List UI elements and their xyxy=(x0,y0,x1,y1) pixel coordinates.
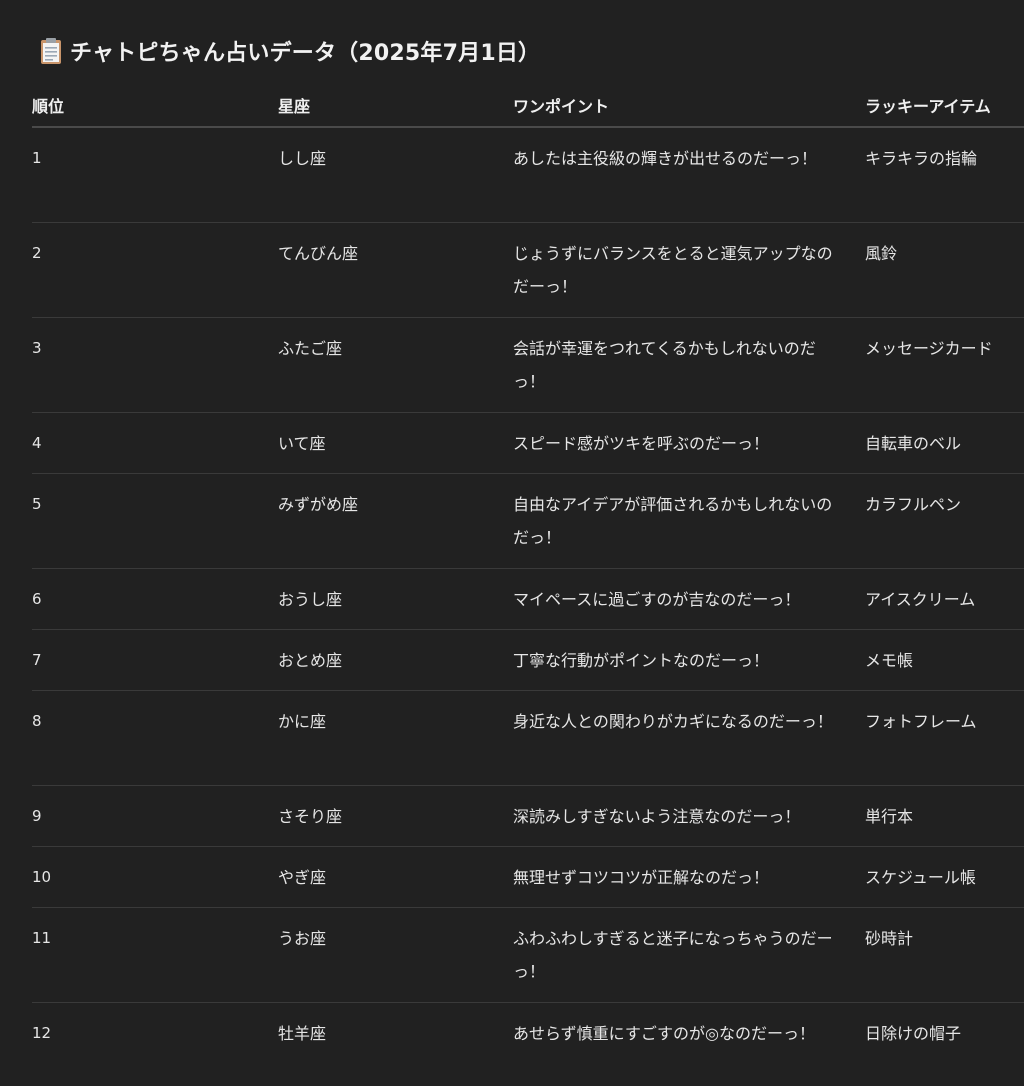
table-row: 5 みずがめ座 自由なアイデアが評価されるかもしれないのだっ！ カラフルペン xyxy=(32,473,1024,569)
table-row: 7 おとめ座 丁寧な行動がポイントなのだーっ！ メモ帳 xyxy=(32,629,1024,691)
sign-cell: ふたご座 xyxy=(278,317,513,413)
point-cell: 会話が幸運をつれてくるかもしれないのだっ！ xyxy=(513,317,865,413)
sign-cell: やぎ座 xyxy=(278,846,513,908)
table-row: 8 かに座 身近な人との関わりがカギになるのだーっ！ フォトフレーム xyxy=(32,690,1024,786)
table-row: 12 牡羊座 あせらず慎重にすごすのが◎なのだーっ！ 日除けの帽子 xyxy=(32,1002,1024,1063)
rank-cell: 6 xyxy=(32,568,278,630)
header-point: ワンポイント xyxy=(513,84,865,128)
page-title: チャトピちゃん占いデータ（2025年7月1日） xyxy=(70,41,541,66)
rank-cell: 5 xyxy=(32,473,278,569)
clipboard-icon xyxy=(38,36,64,66)
item-cell: 風鈴 xyxy=(865,222,1024,318)
point-cell: 身近な人との関わりがカギになるのだーっ！ xyxy=(513,690,865,786)
point-cell: じょうずにバランスをとると運気アップなのだーっ！ xyxy=(513,222,865,318)
header-sign: 星座 xyxy=(278,84,513,128)
rank-cell: 11 xyxy=(32,907,278,1003)
chat-response: チャトピちゃん占いデータ（2025年7月1日） 順位 星座 ワンポイント ラッキ… xyxy=(0,0,1024,1086)
item-cell: カラフルペン xyxy=(865,473,1024,569)
header-item: ラッキーアイテム xyxy=(865,84,1024,128)
rank-cell: 2 xyxy=(32,222,278,318)
point-cell: スピード感がツキを呼ぶのだーっ！ xyxy=(513,412,865,474)
table-row: 9 さそり座 深読みしすぎないよう注意なのだーっ！ 単行本 xyxy=(32,785,1024,847)
table-header-row: 順位 星座 ワンポイント ラッキーアイテム xyxy=(32,84,1024,128)
title-row: チャトピちゃん占いデータ（2025年7月1日） xyxy=(38,34,540,68)
sign-cell: いて座 xyxy=(278,412,513,474)
table-row: 2 てんびん座 じょうずにバランスをとると運気アップなのだーっ！ 風鈴 xyxy=(32,222,1024,318)
item-cell: メモ帳 xyxy=(865,629,1024,691)
point-cell: あせらず慎重にすごすのが◎なのだーっ！ xyxy=(513,1023,815,1043)
table-row: 4 いて座 スピード感がツキを呼ぶのだーっ！ 自転車のベル xyxy=(32,412,1024,474)
sign-cell: うお座 xyxy=(278,907,513,1003)
sign-cell: 牡羊座 xyxy=(278,1023,327,1043)
point-cell: あしたは主役級の輝きが出せるのだーっ！ xyxy=(513,127,865,223)
table-row: 6 おうし座 マイペースに過ごすのが吉なのだーっ！ アイスクリーム xyxy=(32,568,1024,630)
sign-cell: てんびん座 xyxy=(278,222,513,318)
rank-cell: 9 xyxy=(32,785,278,847)
table-row: 3 ふたご座 会話が幸運をつれてくるかもしれないのだっ！ メッセージカード xyxy=(32,317,1024,413)
item-cell: フォトフレーム xyxy=(865,690,1024,786)
point-cell: 自由なアイデアが評価されるかもしれないのだっ！ xyxy=(513,473,865,569)
point-cell: 無理せずコツコツが正解なのだっ！ xyxy=(513,846,865,908)
header-rank: 順位 xyxy=(32,84,278,128)
sign-cell: みずがめ座 xyxy=(278,473,513,569)
point-cell: 丁寧な行動がポイントなのだーっ！ xyxy=(513,629,865,691)
fortune-table: 順位 星座 ワンポイント ラッキーアイテム 1 しし座 あしたは主役級の輝きが出… xyxy=(32,84,1024,1063)
item-cell: 日除けの帽子 xyxy=(865,1023,962,1043)
sign-cell: かに座 xyxy=(278,690,513,786)
table-row: 11 うお座 ふわふわしすぎると迷子になっちゃうのだーっ！ 砂時計 xyxy=(32,907,1024,1003)
rank-cell: 3 xyxy=(32,317,278,413)
rank-cell: 4 xyxy=(32,412,278,474)
sign-cell: しし座 xyxy=(278,127,513,223)
rank-cell: 8 xyxy=(32,690,278,786)
item-cell: 砂時計 xyxy=(865,907,1024,1003)
item-cell: 単行本 xyxy=(865,785,1024,847)
point-cell: ふわふわしすぎると迷子になっちゃうのだーっ！ xyxy=(513,907,865,1003)
point-cell: 深読みしすぎないよう注意なのだーっ！ xyxy=(513,785,865,847)
item-cell: スケジュール帳 xyxy=(865,846,1024,908)
point-cell: マイペースに過ごすのが吉なのだーっ！ xyxy=(513,568,865,630)
rank-cell: 10 xyxy=(32,846,278,908)
item-cell: アイスクリーム xyxy=(865,568,1024,630)
item-cell: キラキラの指輪 xyxy=(865,127,1024,223)
sign-cell: おとめ座 xyxy=(278,629,513,691)
table-row: 1 しし座 あしたは主役級の輝きが出せるのだーっ！ キラキラの指輪 xyxy=(32,127,1024,223)
rank-cell: 12 xyxy=(32,1023,52,1042)
sign-cell: おうし座 xyxy=(278,568,513,630)
item-cell: メッセージカード xyxy=(865,317,1024,413)
item-cell: 自転車のベル xyxy=(865,412,1024,474)
rank-cell: 7 xyxy=(32,629,278,691)
rank-cell: 1 xyxy=(32,127,278,223)
sign-cell: さそり座 xyxy=(278,785,513,847)
table-row: 10 やぎ座 無理せずコツコツが正解なのだっ！ スケジュール帳 xyxy=(32,846,1024,908)
